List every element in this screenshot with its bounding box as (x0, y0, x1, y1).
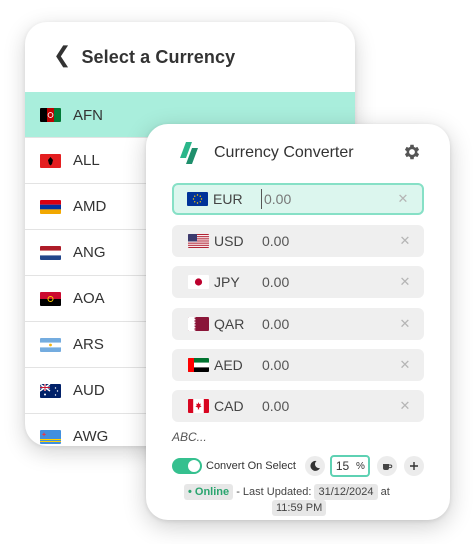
app-title: Currency Converter (214, 144, 354, 161)
at-label: at (377, 486, 390, 498)
close-icon[interactable]: ✕ (394, 316, 416, 332)
currency-code: EUR (213, 191, 243, 207)
flag-aud-icon (40, 383, 61, 398)
chevron-left-icon[interactable]: ❮ (53, 45, 71, 67)
list-item-label: ANG (73, 244, 106, 261)
amount-input[interactable]: 0.00 (262, 272, 394, 292)
list-item-label: AOA (73, 290, 105, 307)
currency-code: CAD (214, 398, 244, 414)
currency-code: AED (214, 357, 243, 373)
close-icon[interactable]: ✕ (394, 398, 416, 414)
status-bar: • Online - Last Updated: 31/12/2024 at 1… (184, 484, 424, 516)
currency-chip-usd[interactable]: USD (188, 233, 254, 249)
currency-row-cad[interactable]: CAD 0.00 ✕ (172, 390, 424, 422)
list-item-label: ARS (73, 336, 104, 353)
close-icon[interactable]: ✕ (392, 191, 414, 207)
currency-chip-aed[interactable]: AED (188, 357, 254, 373)
flag-ang-icon (40, 245, 61, 260)
flag-jpy-icon (188, 275, 209, 289)
last-updated-label: - Last Updated: (233, 486, 315, 498)
converter-controls: Convert On Select 15 % (172, 454, 424, 478)
flag-all-icon (40, 153, 61, 168)
flag-qar-icon (188, 317, 209, 331)
list-item-label: AMD (73, 198, 107, 215)
flag-aed-icon (188, 358, 209, 372)
online-badge: • Online (184, 484, 234, 500)
currency-converter-panel: Currency Converter EUR 0.00 ✕ USD 0.00 ✕ (146, 124, 450, 520)
converter-header: Currency Converter (146, 124, 450, 180)
list-item-label: AWG (73, 428, 109, 445)
abc-link[interactable]: ABC... (172, 430, 207, 444)
flag-cad-icon (188, 399, 209, 413)
moon-icon[interactable] (304, 456, 325, 476)
flag-awg-icon (40, 429, 61, 444)
flag-aoa-icon (40, 291, 61, 306)
last-updated-date: 31/12/2024 (314, 484, 378, 500)
currency-chip-eur[interactable]: EUR (187, 191, 253, 207)
currency-code: JPY (214, 274, 240, 290)
list-item-label: AFN (73, 106, 103, 124)
currency-row-eur[interactable]: EUR 0.00 ✕ (172, 183, 424, 215)
percent-value: 15 (335, 459, 350, 473)
convert-on-select-label: Convert On Select (206, 460, 296, 472)
list-item-label: ALL (73, 152, 100, 169)
close-icon[interactable]: ✕ (394, 274, 416, 290)
currency-chip-cad[interactable]: CAD (188, 398, 254, 414)
amount-input[interactable]: 0.00 (262, 231, 394, 251)
currency-select-header: ❮ Select a Currency (25, 22, 355, 92)
percent-unit: % (355, 460, 365, 472)
amount-input[interactable]: 0.00 (261, 189, 392, 209)
currency-row-usd[interactable]: USD 0.00 ✕ (172, 225, 424, 257)
close-icon[interactable]: ✕ (394, 233, 416, 249)
currency-code: USD (214, 233, 244, 249)
coffee-icon[interactable] (376, 456, 397, 476)
last-updated-time: 11:59 PM (272, 500, 327, 516)
amount-input[interactable]: 0.00 (262, 355, 394, 375)
close-icon[interactable]: ✕ (394, 357, 416, 373)
list-item-label: AUD (73, 382, 105, 399)
flag-eur-icon (187, 192, 208, 206)
currency-row-jpy[interactable]: JPY 0.00 ✕ (172, 266, 424, 298)
flag-afn-icon (40, 108, 61, 122)
amount-input[interactable]: 0.00 (262, 314, 394, 334)
app-logo-icon (180, 142, 198, 164)
currency-chip-qar[interactable]: QAR (188, 316, 254, 332)
flag-amd-icon (40, 199, 61, 214)
flag-ars-icon (40, 337, 61, 352)
page-title: Select a Currency (81, 46, 236, 67)
convert-on-select-toggle[interactable] (172, 458, 202, 474)
currency-row-qar[interactable]: QAR 0.00 ✕ (172, 308, 424, 340)
plus-icon[interactable] (403, 456, 424, 476)
toggle-knob (188, 460, 200, 472)
percent-input[interactable]: 15 % (329, 455, 370, 477)
currency-code: QAR (214, 316, 245, 332)
gear-icon[interactable] (402, 142, 422, 162)
currency-row-aed[interactable]: AED 0.00 ✕ (172, 349, 424, 381)
currency-chip-jpy[interactable]: JPY (188, 274, 254, 290)
flag-usd-icon (188, 234, 209, 248)
amount-input[interactable]: 0.00 (262, 396, 394, 416)
